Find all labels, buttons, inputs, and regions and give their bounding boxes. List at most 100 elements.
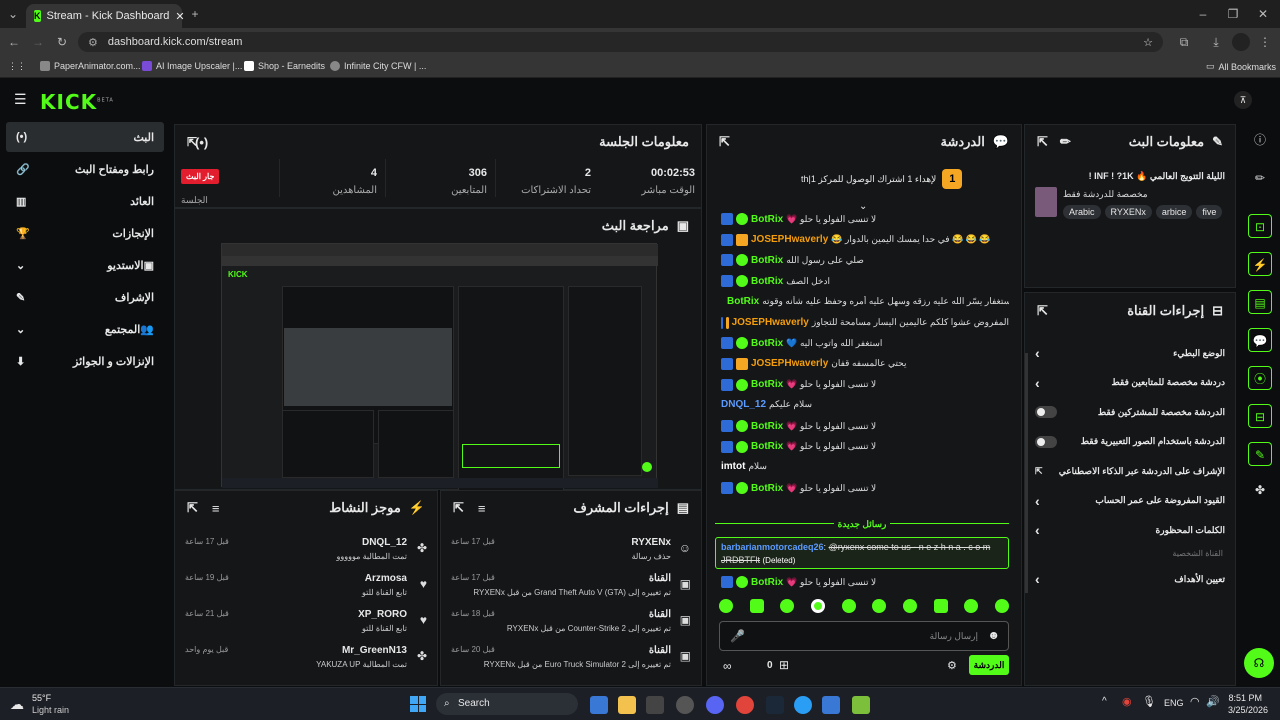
clock-time[interactable]: 8:51 PM [1226,693,1262,703]
message-user[interactable]: BotRix [751,255,783,266]
popout-icon[interactable]: ⇱ [1037,134,1048,150]
message-user[interactable]: barbarianmotorcadeq26 [721,542,824,552]
message-user[interactable]: BotRix [751,379,783,390]
message-user[interactable]: DNQL_12 [721,399,766,410]
channel-action-item[interactable]: الإشراف على الدردشة عبر الذكاء الاصطناعي… [1035,457,1225,485]
settings-gear-icon[interactable]: ⚙ [947,659,957,672]
popout-icon[interactable]: ⇱ [453,500,464,516]
activity-user[interactable]: DNQL_12 [362,537,407,548]
taskbar-app-icon[interactable] [646,696,664,714]
channel-icon[interactable]: ⊟ [1248,404,1272,428]
windows-start-icon[interactable] [410,696,426,712]
edit-icon[interactable]: ✏ [1248,166,1272,190]
mic-icon[interactable]: 🎤 [730,629,745,643]
reload-icon[interactable]: ↻ [54,32,70,52]
store-icon[interactable] [822,696,840,714]
sidebar-item-studio[interactable]: ▣ الاستديو ⌄ [6,250,164,280]
taskbar-search[interactable]: ⌕ Search [436,693,578,715]
activity-user[interactable]: XP_RORO [358,609,407,620]
taskbar-app-icon[interactable] [676,696,694,714]
message-user[interactable]: BotRix [751,276,783,287]
community-icon[interactable]: ✤ [1248,478,1272,502]
capture-icon[interactable]: ⊡ [1248,214,1272,238]
steam-icon[interactable] [766,696,784,714]
clock-date[interactable]: 3/25/2026 [1226,705,1268,715]
emote-icon[interactable] [780,599,795,613]
activity-user[interactable]: Arzmosa [365,573,407,584]
apps-icon[interactable]: ⋮⋮ [8,61,26,72]
bookmark-item[interactable]: Shop - Earnedits [244,61,325,71]
popout-icon[interactable]: ⇱ [1037,303,1048,319]
info-icon[interactable]: ⓘ [1248,128,1272,152]
kick-logo[interactable]: KICKBETA [40,90,114,114]
bookmark-star-icon[interactable]: ☆ [1143,36,1153,49]
message-user[interactable]: BotRix [751,441,783,452]
chat-icon[interactable]: 💬 [1248,328,1272,352]
lightning-icon[interactable]: ⚡ [1248,252,1272,276]
close-window-icon[interactable]: ✕ [1256,4,1270,24]
wifi-icon[interactable]: ◠ [1190,695,1200,708]
emote-icon[interactable] [902,599,917,613]
close-icon[interactable]: ✕ [175,10,184,23]
tag-pill[interactable]: Arabic [1063,205,1101,219]
wrench-icon[interactable]: ✎ [1248,442,1272,466]
channel-action-item[interactable]: القيود المفروضة على عمر الحساب › [1035,487,1225,515]
back-icon[interactable]: ← [6,32,22,52]
volume-icon[interactable]: 🔊 [1206,695,1220,708]
mod-user[interactable]: RYXENx [631,537,671,548]
edit-pencil-icon[interactable]: ✏ [1060,134,1071,150]
menu-icon[interactable]: ⋮ [1258,32,1272,52]
taskbar-app-icon[interactable] [590,696,608,714]
taskbar-app-icon[interactable] [852,696,870,714]
channel-action-item[interactable]: دردشة مخصصة للمتابعين فقط › [1035,369,1225,397]
gift-icon[interactable]: ⊞ [779,658,789,672]
support-headset-icon[interactable]: ☊ [1244,648,1274,678]
activity-user[interactable]: Mr_GreenN13 [342,645,407,656]
minimize-icon[interactable]: – [1196,4,1210,24]
popout-icon[interactable]: ⇱ [187,500,198,516]
message-user[interactable]: BotRix [751,338,783,349]
emote-icon[interactable] [964,599,979,613]
sidebar-item-stream[interactable]: البث (•) [6,122,164,152]
sidebar-item-community[interactable]: 👥 المجتمع ⌄ [6,314,164,344]
channel-action-item[interactable]: الكلمات المحظورة › [1035,516,1225,544]
emote-icon[interactable] [933,599,948,613]
filter-icon[interactable]: ≡ [478,501,486,516]
message-user[interactable]: JOSEPHwaverly [751,358,828,369]
address-bar[interactable]: ⚙ dashboard.kick.com/stream ☆ [78,32,1163,52]
bookmark-item[interactable]: AI Image Upscaler |... [142,61,242,71]
chat-input[interactable]: 🎤 إرسال رسالة ☻ [719,621,1009,651]
scrollbar[interactable] [1025,353,1028,593]
emote-icon[interactable] [749,599,764,613]
language-indicator[interactable]: ENG [1164,698,1184,708]
forward-icon[interactable]: → [30,32,46,52]
emoji-icon[interactable]: ☻ [987,628,1000,642]
send-chat-button[interactable]: الدردشة [969,655,1009,675]
download-icon[interactable]: ⤓ [1208,32,1224,52]
message-user[interactable]: BotRix [751,214,783,225]
tab-kick-dashboard[interactable]: K Stream - Kick Dashboard ✕ [26,4,185,28]
tag-pill[interactable]: RYXENx [1104,205,1152,219]
tag-pill[interactable]: five [1196,205,1223,219]
hamburger-menu-icon[interactable]: ☰ [14,92,28,106]
sidebar-item-drops[interactable]: الإنزالات و الجوائز ⬇ [6,346,164,376]
channel-action-goals[interactable]: تعيين الأهداف › [1035,565,1225,593]
sidebar-item-revenue[interactable]: العائد ▥ [6,186,164,216]
mod-log-icon[interactable]: ▤ [1248,290,1272,314]
maximize-icon[interactable]: ❐ [1226,4,1240,24]
message-user[interactable]: BotRix [751,483,783,494]
tray-chevron-icon[interactable]: ^ [1102,696,1107,707]
emote-icon[interactable] [719,599,733,613]
emote-icon[interactable] [810,599,825,613]
bookmark-item[interactable]: PaperAnimator.com... [40,61,141,71]
sidebar-item-stream-key[interactable]: رابط ومفتاح البث 🔗 [6,154,164,184]
broadcast-icon[interactable]: ⦿ [1248,366,1272,390]
new-tab-icon[interactable]: + [188,4,202,24]
message-user[interactable]: BotRix [727,296,759,307]
pinned-goal[interactable]: 1 لإهداء 1 اشتراك الوصول للمركز 1|th [801,169,963,189]
stream-preview-video[interactable]: KICK [221,243,658,516]
emote-icon[interactable] [994,599,1009,613]
discord-icon[interactable] [706,696,724,714]
message-user[interactable]: BotRix [751,421,783,432]
chevron-down-icon[interactable]: ⌄ [859,201,867,212]
